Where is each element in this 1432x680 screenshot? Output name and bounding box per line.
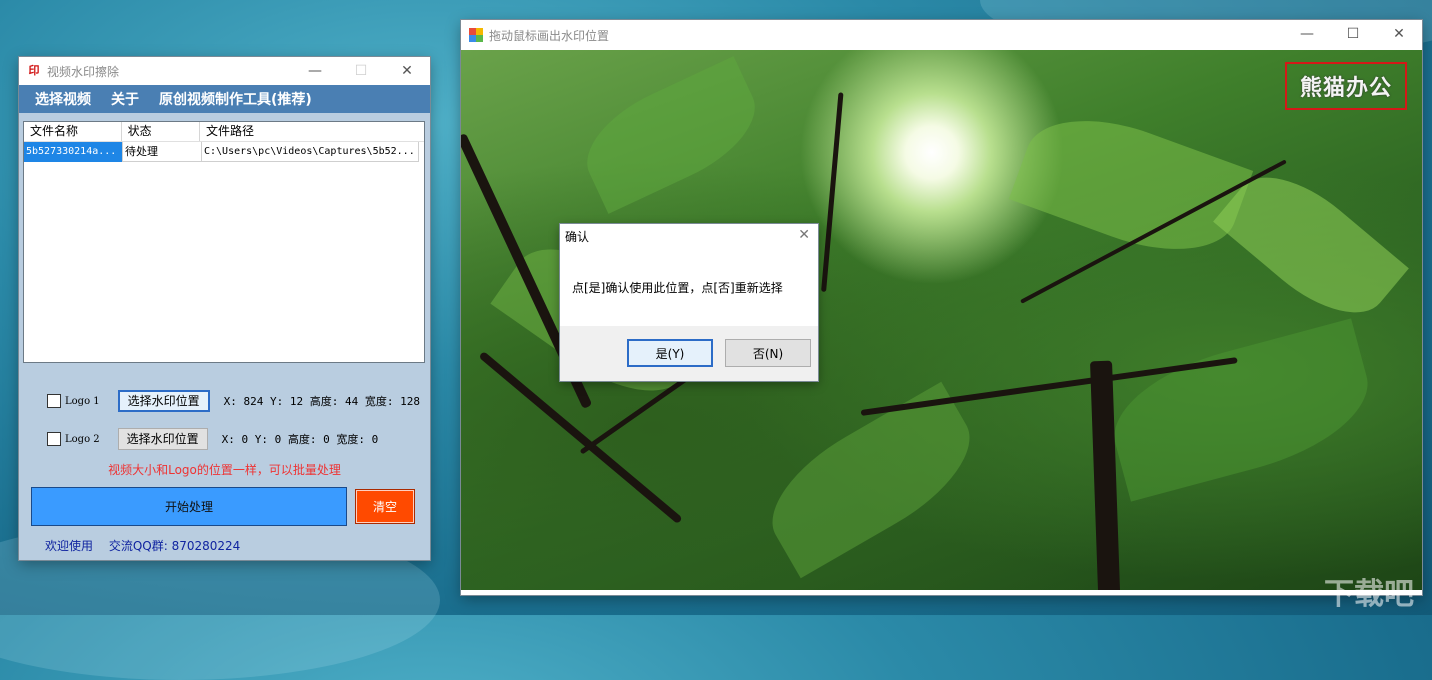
app-title: 视频水印擦除 <box>47 63 119 80</box>
maximize-button[interactable]: ☐ <box>1330 20 1376 48</box>
logo2-select-position-button[interactable]: 选择水印位置 <box>118 428 208 450</box>
logo2-label: Logo 2 <box>65 434 100 445</box>
tree-branch <box>821 92 843 292</box>
logo2-row: Logo 2 选择水印位置 X: 0 Y: 0 高度: 0 宽度: 0 <box>47 428 378 450</box>
welcome-text: 欢迎使用 <box>45 539 93 553</box>
app-titlebar[interactable]: 印 视频水印擦除 — ☐ ✕ <box>19 57 430 85</box>
logo1-checkbox[interactable] <box>47 394 61 408</box>
video-window-title: 拖动鼠标画出水印位置 <box>489 27 609 44</box>
qq-group-text: 交流QQ群: 870280224 <box>109 539 240 553</box>
logo1-row: Logo 1 选择水印位置 X: 824 Y: 12 高度: 44 宽度: 12… <box>47 390 420 412</box>
logo1-select-position-button[interactable]: 选择水印位置 <box>118 390 210 412</box>
app-logo-icon: 印 <box>27 64 41 78</box>
video-titlebar[interactable]: 拖动鼠标画出水印位置 — ☐ ✕ <box>461 20 1422 50</box>
logo1-label: Logo 1 <box>65 396 100 407</box>
foliage <box>570 56 771 214</box>
watermark-text: 熊猫办公 <box>1300 70 1392 102</box>
watermark-remover-window: 印 视频水印擦除 — ☐ ✕ 选择视频 关于 原创视频制作工具(推荐) 文件名称… <box>19 57 430 560</box>
menu-original-tools[interactable]: 原创视频制作工具(推荐) <box>159 89 312 109</box>
dialog-title: 确认 <box>565 228 589 245</box>
logo2-coords: X: 0 Y: 0 高度: 0 宽度: 0 <box>222 431 379 447</box>
table-row[interactable]: 5b527330214a... 待处理 C:\Users\pc\Videos\C… <box>24 142 424 162</box>
column-header-filename[interactable]: 文件名称 <box>24 122 122 141</box>
logo1-coords: X: 824 Y: 12 高度: 44 宽度: 128 <box>224 393 420 409</box>
menu-about[interactable]: 关于 <box>111 89 139 109</box>
window-app-icon <box>469 28 483 42</box>
cell-status: 待处理 <box>122 142 202 162</box>
menu-bar: 选择视频 关于 原创视频制作工具(推荐) <box>19 85 430 113</box>
watermark-selection-box[interactable]: 熊猫办公 <box>1285 62 1407 110</box>
minimize-button[interactable]: — <box>1284 20 1330 48</box>
dialog-body: 点[是]确认使用此位置，点[否]重新选择 <box>560 248 818 326</box>
no-button[interactable]: 否(N) <box>725 339 811 367</box>
footer: 欢迎使用 交流QQ群: 870280224 <box>45 537 252 554</box>
column-header-status[interactable]: 状态 <box>122 122 200 141</box>
maximize-button: ☐ <box>338 57 384 85</box>
dialog-titlebar[interactable]: 确认 ✕ <box>560 224 818 248</box>
tree-branch <box>1090 361 1121 590</box>
cell-filename: 5b527330214a... <box>24 142 122 162</box>
file-list-header: 文件名称 状态 文件路径 <box>24 122 424 142</box>
close-button[interactable]: ✕ <box>1376 20 1422 48</box>
dialog-close-icon[interactable]: ✕ <box>798 227 810 243</box>
clear-button[interactable]: 清空 <box>355 489 415 524</box>
column-header-path[interactable]: 文件路径 <box>200 122 424 141</box>
minimize-button[interactable]: — <box>292 57 338 85</box>
file-list[interactable]: 文件名称 状态 文件路径 5b527330214a... 待处理 C:\User… <box>23 121 425 363</box>
foliage <box>1009 96 1253 275</box>
yes-button[interactable]: 是(Y) <box>627 339 713 367</box>
start-processing-button[interactable]: 开始处理 <box>31 487 347 526</box>
logo2-checkbox[interactable] <box>47 432 61 446</box>
foliage <box>1100 318 1382 501</box>
confirm-dialog: 确认 ✕ 点[是]确认使用此位置，点[否]重新选择 是(Y) 否(N) <box>560 224 818 381</box>
dialog-message: 点[是]确认使用此位置，点[否]重新选择 <box>572 279 783 296</box>
batch-hint: 视频大小和Logo的位置一样，可以批量处理 <box>19 461 430 478</box>
watermark-logo: 下载吧 <box>1324 569 1414 613</box>
cell-path: C:\Users\pc\Videos\Captures\5b52... <box>202 142 419 162</box>
close-button[interactable]: ✕ <box>384 57 430 85</box>
menu-select-video[interactable]: 选择视频 <box>35 89 91 109</box>
